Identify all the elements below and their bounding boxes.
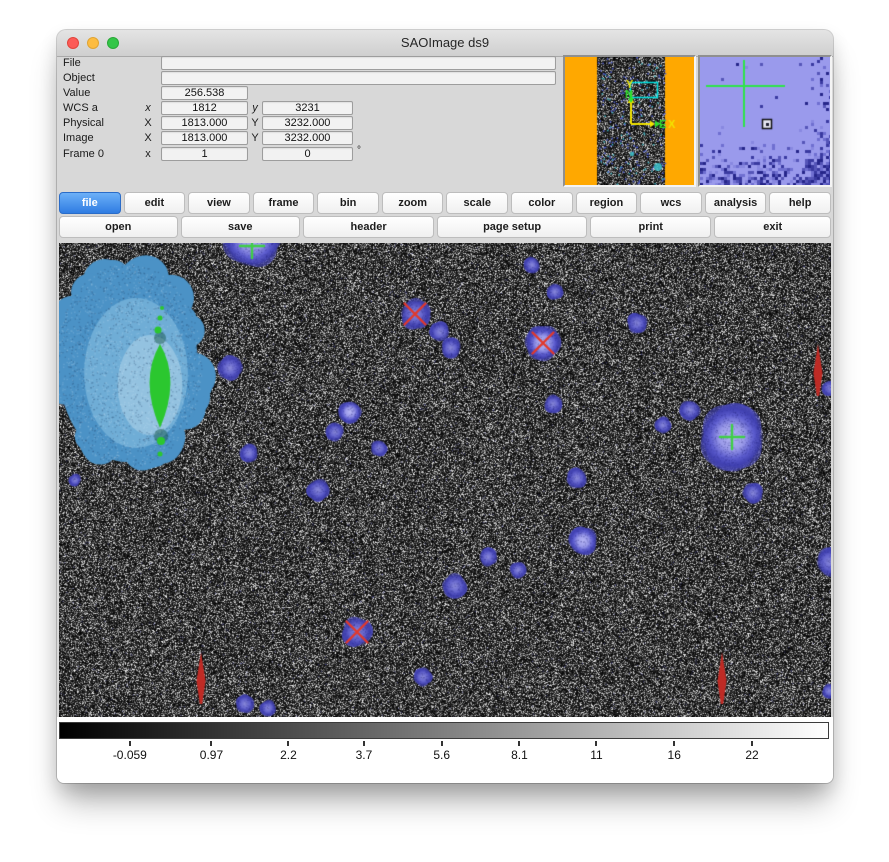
colorbar-tick-label: 0.97 — [200, 748, 223, 762]
wcs-x-label: x — [141, 101, 155, 115]
colorbar-tick — [441, 741, 443, 746]
menu-edit-button[interactable]: edit — [124, 192, 186, 214]
save-button[interactable]: save — [181, 216, 300, 238]
exit-button[interactable]: exit — [714, 216, 831, 238]
menu-view-button[interactable]: view — [188, 192, 250, 214]
main-image-canvas[interactable] — [59, 243, 831, 717]
window-titlebar[interactable]: SAOImage ds9 — [57, 30, 833, 57]
image-y-field[interactable]: 3232.000 — [262, 131, 353, 145]
file-field[interactable] — [161, 56, 556, 70]
print-button[interactable]: print — [590, 216, 711, 238]
menu-region-button[interactable]: region — [576, 192, 638, 214]
colorbar-tick-label: 5.6 — [433, 748, 450, 762]
physical-x-label: X — [141, 116, 155, 130]
menu-color-button[interactable]: color — [511, 192, 573, 214]
menu-scale-button[interactable]: scale — [446, 192, 508, 214]
menu-file-button[interactable]: file — [59, 192, 121, 214]
frame-label: Frame 0 — [63, 147, 104, 161]
menu-bar: file edit view frame bin zoom scale colo… — [59, 192, 831, 214]
colorbar-tick — [287, 741, 289, 746]
menu-bin-button[interactable]: bin — [317, 192, 379, 214]
colorbar-tick — [363, 741, 365, 746]
file-label: File — [63, 56, 81, 70]
info-row-image: Image X 1813.000 Y 3232.000 — [57, 131, 563, 145]
colorbar-tick — [595, 741, 597, 746]
info-row-file: File — [57, 56, 563, 70]
frame-rotation-field[interactable]: 0 — [262, 147, 353, 161]
colorbar-tick — [129, 741, 131, 746]
header-button[interactable]: header — [303, 216, 434, 238]
colorbar-tick-label: 11 — [590, 748, 602, 762]
menu-wcs-button[interactable]: wcs — [640, 192, 702, 214]
menu-analysis-button[interactable]: analysis — [705, 192, 767, 214]
image-y-label: Y — [248, 131, 262, 145]
window-title: SAOImage ds9 — [57, 30, 833, 56]
image-label: Image — [63, 131, 94, 145]
physical-y-field[interactable]: 3232.000 — [262, 116, 353, 130]
object-label: Object — [63, 71, 95, 85]
physical-y-label: Y — [248, 116, 262, 130]
colorbar-tick-label: 8.1 — [511, 748, 528, 762]
colorbar-tick — [518, 741, 520, 746]
file-submenu-bar: open save header page setup print exit — [59, 216, 831, 238]
physical-x-field[interactable]: 1813.000 — [161, 116, 248, 130]
panner-canvas[interactable] — [565, 57, 694, 185]
magnifier-panel — [698, 55, 832, 187]
menu-help-button[interactable]: help — [769, 192, 831, 214]
frame-x-label: x — [141, 147, 155, 161]
image-x-label: X — [141, 131, 155, 145]
panner-panel — [563, 55, 696, 187]
colorbar-ticks: -0.059 0.97 2.2 3.7 5.6 8.1 11 16 22 — [59, 717, 829, 783]
colorbar-tick — [210, 741, 212, 746]
colorbar-tick — [751, 741, 753, 746]
minimize-icon[interactable] — [87, 37, 99, 49]
info-row-physical: Physical X 1813.000 Y 3232.000 — [57, 116, 563, 130]
colorbar-tick-label: 3.7 — [356, 748, 373, 762]
colorbar-tick-label: 16 — [668, 748, 681, 762]
magnifier-canvas — [700, 57, 830, 185]
fullscreen-icon[interactable] — [107, 37, 119, 49]
menu-frame-button[interactable]: frame — [253, 192, 315, 214]
value-label: Value — [63, 86, 90, 100]
page-setup-button[interactable]: page setup — [437, 216, 587, 238]
colorbar-tick-label: 22 — [745, 748, 758, 762]
ds9-window: SAOImage ds9 File Object Value 256.538 W… — [57, 30, 833, 783]
menu-zoom-button[interactable]: zoom — [382, 192, 444, 214]
colorbar-tick-label: -0.059 — [113, 748, 147, 762]
wcs-y-field[interactable]: 3231 — [262, 101, 353, 115]
traffic-lights — [67, 37, 119, 49]
object-field[interactable] — [161, 71, 556, 85]
frame-zoom-field[interactable]: 1 — [161, 147, 248, 161]
wcs-x-field[interactable]: 1812 — [161, 101, 248, 115]
colorbar-section: -0.059 0.97 2.2 3.7 5.6 8.1 11 16 22 — [57, 717, 833, 783]
value-field[interactable]: 256.538 — [161, 86, 248, 100]
colorbar-tick — [673, 741, 675, 746]
physical-label: Physical — [63, 116, 104, 130]
info-row-frame: Frame 0 x 1 0 ° — [57, 147, 563, 161]
open-button[interactable]: open — [59, 216, 178, 238]
info-row-wcs: WCS a x 1812 y 3231 — [57, 101, 563, 115]
info-row-object: Object — [57, 71, 563, 85]
close-icon[interactable] — [67, 37, 79, 49]
info-row-value: Value 256.538 — [57, 86, 563, 100]
wcs-y-label: y — [248, 101, 262, 115]
degree-suffix: ° — [357, 145, 361, 156]
image-x-field[interactable]: 1813.000 — [161, 131, 248, 145]
colorbar-tick-label: 2.2 — [280, 748, 297, 762]
wcs-label: WCS a — [63, 101, 98, 115]
